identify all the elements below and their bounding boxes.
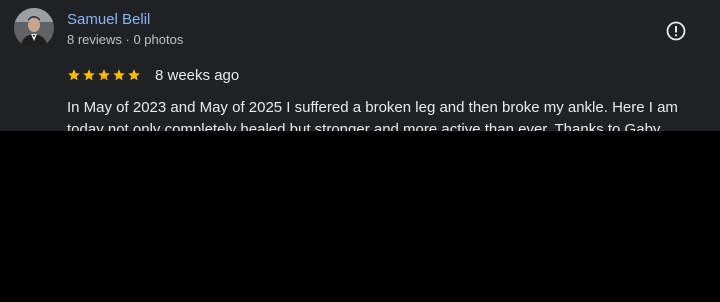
review-card: Samuel Belil 8 reviews · 0 photos 8 week… [0, 0, 720, 131]
star-icon [128, 69, 140, 81]
star-rating [67, 68, 141, 82]
author-meta: 8 reviews · 0 photos [67, 32, 184, 47]
report-flag-icon[interactable] [665, 20, 687, 42]
author-name-link[interactable]: Samuel Belil [67, 11, 150, 28]
avatar[interactable] [14, 8, 54, 48]
star-icon [98, 69, 110, 81]
star-icon [83, 69, 95, 81]
review-text: In May of 2023 and May of 2025 I suffere… [67, 99, 678, 131]
star-icon [68, 69, 80, 81]
review-date: 8 weeks ago [155, 66, 240, 84]
star-icon [113, 69, 125, 81]
rating-row: 8 weeks ago [67, 65, 239, 85]
avatar-image [14, 8, 54, 48]
